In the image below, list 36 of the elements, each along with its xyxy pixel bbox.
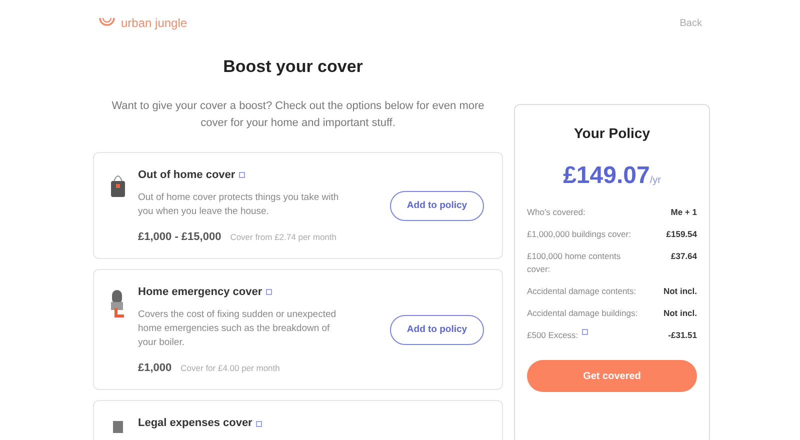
policy-title: Your Policy bbox=[573, 124, 651, 143]
policy-row-value: Not incl. bbox=[663, 307, 697, 320]
document-icon bbox=[111, 418, 125, 432]
add-to-policy-button[interactable]: Add to policy bbox=[390, 191, 484, 221]
page-title: Boost your cover bbox=[222, 56, 364, 78]
cover-amount: £1,000 - £15,000 bbox=[138, 230, 222, 245]
cover-price: Cover from £2.74 per month bbox=[230, 231, 336, 244]
policy-row-label: £100,000 home contents cover: bbox=[527, 250, 622, 276]
policy-price: £149.07 bbox=[563, 161, 650, 191]
boiler-icon bbox=[110, 288, 126, 318]
info-icon[interactable] bbox=[239, 172, 246, 178]
add-to-policy-button[interactable]: Add to policy bbox=[390, 315, 484, 345]
get-covered-button[interactable]: Get covered bbox=[527, 360, 697, 392]
policy-row-label: Accidental damage contents: bbox=[527, 285, 636, 298]
info-icon[interactable] bbox=[256, 420, 262, 426]
option-description: Out of home cover protects things you take with you when you leave the house. bbox=[138, 191, 340, 219]
option-description: Covers the cost of fixing sudden or unexpected home emergencies such as the breakdown of your boiler. bbox=[138, 308, 338, 350]
option-title: Legal expenses cover bbox=[138, 416, 252, 432]
policy-row-value: -£31.51 bbox=[668, 329, 697, 342]
option-title: Out of home cover bbox=[138, 168, 236, 182]
price-period: /yr bbox=[650, 174, 661, 188]
policy-row-value: Not incl. bbox=[663, 285, 697, 298]
policy-row-label: Who's covered: bbox=[527, 206, 586, 219]
cover-price: Cover for £4.00 per month bbox=[180, 362, 280, 375]
policy-row-label: £1,000,000 buildings cover: bbox=[527, 228, 631, 241]
policy-row-label: Accidental damage buildings: bbox=[527, 307, 638, 320]
info-icon[interactable] bbox=[266, 288, 272, 295]
policy-row-label: £500 Excess: bbox=[527, 329, 578, 342]
intro-text: Want to give your cover a boost? Check out the options below for even more cover for your home and important stuff. bbox=[110, 98, 486, 130]
policy-row-value: £37.64 bbox=[671, 250, 697, 263]
info-icon[interactable] bbox=[582, 329, 588, 335]
policy-row-value: Me + 1 bbox=[670, 206, 697, 219]
policy-row-value: £159.54 bbox=[666, 228, 697, 241]
option-title: Home emergency cover bbox=[138, 284, 262, 300]
logo-text: urban jungle bbox=[121, 15, 188, 32]
cover-amount: £1,000 bbox=[138, 361, 172, 376]
